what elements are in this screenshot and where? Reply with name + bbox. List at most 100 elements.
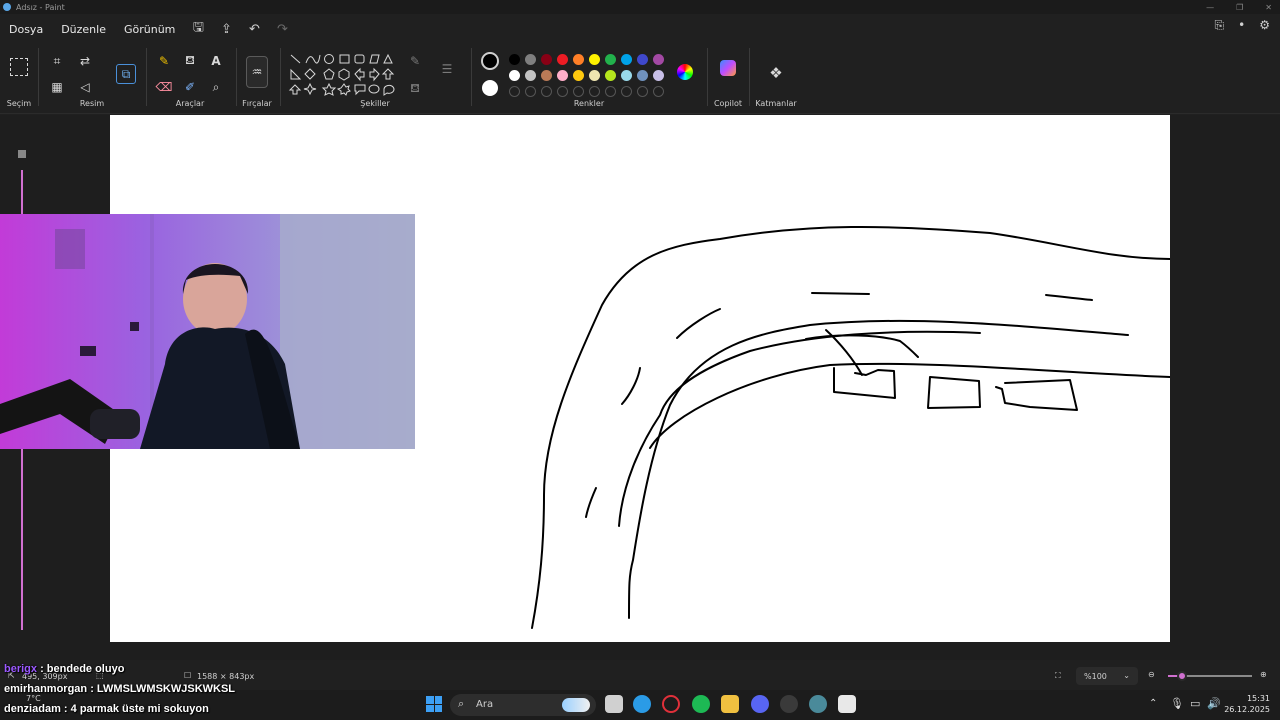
- chat-message: bendede oluyo: [46, 663, 125, 675]
- color-picker-icon[interactable]: ✐: [181, 78, 199, 96]
- color-swatch[interactable]: [621, 70, 632, 81]
- zoom-in-icon[interactable]: ⊕: [1260, 670, 1267, 679]
- minimize-icon[interactable]: —: [1206, 3, 1214, 12]
- custom-color-slot[interactable]: [605, 86, 616, 97]
- layers-label: Katmanlar: [755, 99, 797, 108]
- crop-icon[interactable]: ⌗: [48, 52, 66, 70]
- clock-time[interactable]: 15:31: [1230, 694, 1270, 703]
- paint-taskbar-icon[interactable]: [838, 695, 856, 713]
- custom-color-slot[interactable]: [637, 86, 648, 97]
- outline-icon[interactable]: ✎: [406, 52, 424, 70]
- clock-date[interactable]: 26.12.2025: [1222, 705, 1270, 714]
- discord-icon[interactable]: [751, 695, 769, 713]
- color-swatch[interactable]: [621, 54, 632, 65]
- custom-color-slot[interactable]: [573, 86, 584, 97]
- custom-color-slot[interactable]: [557, 86, 568, 97]
- text-icon[interactable]: A: [207, 52, 225, 70]
- close-icon[interactable]: ✕: [1265, 3, 1272, 12]
- colors-label: Renkler: [573, 99, 605, 108]
- eraser-icon[interactable]: ⌫: [155, 78, 173, 96]
- menu-edit[interactable]: Düzenle: [52, 23, 115, 36]
- color-swatch[interactable]: [525, 54, 536, 65]
- shape-fill-icon[interactable]: ⛾: [406, 80, 424, 98]
- custom-color-slot[interactable]: [541, 86, 552, 97]
- opera-icon[interactable]: [662, 695, 680, 713]
- custom-color-slot[interactable]: [589, 86, 600, 97]
- custom-color-slot[interactable]: [621, 86, 632, 97]
- color-swatch[interactable]: [653, 54, 664, 65]
- menu-file[interactable]: Dosya: [0, 23, 52, 36]
- custom-color-slot[interactable]: [653, 86, 664, 97]
- divider: [749, 48, 750, 106]
- line-size-icon[interactable]: ☰: [438, 60, 456, 78]
- color-swatch[interactable]: [509, 70, 520, 81]
- volume-icon[interactable]: 🔊: [1207, 697, 1221, 710]
- rotate-icon[interactable]: ◁: [76, 78, 94, 96]
- canvas-size: 1588 × 843px: [197, 672, 255, 681]
- primary-color-swatch[interactable]: [481, 52, 499, 70]
- task-view-icon[interactable]: [605, 695, 623, 713]
- steam-icon[interactable]: [780, 695, 798, 713]
- redo-icon[interactable]: ↷: [268, 22, 296, 37]
- image-select-icon[interactable]: ▦: [48, 78, 66, 96]
- slider-handle-icon[interactable]: [18, 150, 26, 158]
- divider: [280, 48, 281, 106]
- fill-icon[interactable]: ⛾: [181, 52, 199, 70]
- color-swatch[interactable]: [637, 54, 648, 65]
- color-swatch[interactable]: [557, 70, 568, 81]
- color-swatch[interactable]: [541, 70, 552, 81]
- feedback-icon[interactable]: ⎘: [1215, 18, 1225, 33]
- zoom-select[interactable]: %100 ⌄: [1076, 667, 1138, 685]
- color-swatch[interactable]: [605, 54, 616, 65]
- app-icon[interactable]: [809, 695, 827, 713]
- custom-color-slot[interactable]: [509, 86, 520, 97]
- share-icon[interactable]: ⇪: [212, 22, 240, 37]
- file-explorer-icon[interactable]: [721, 695, 739, 713]
- save-icon[interactable]: 🖫: [184, 18, 212, 40]
- selection-label: Seçim: [6, 99, 32, 108]
- display-icon[interactable]: ▭: [1190, 697, 1200, 710]
- copilot-group: Copilot: [709, 46, 747, 112]
- resize-icon[interactable]: ⇄: [76, 52, 94, 70]
- restore-icon[interactable]: ❐: [1236, 3, 1243, 12]
- pencil-icon[interactable]: ✎: [155, 52, 173, 70]
- spotify-icon[interactable]: [692, 695, 710, 713]
- chat-message: 4 parmak üste mi sokuyon: [70, 703, 209, 715]
- color-swatch[interactable]: [557, 54, 568, 65]
- copilot-icon[interactable]: [720, 60, 736, 76]
- account-icon[interactable]: •: [1238, 18, 1245, 33]
- settings-icon[interactable]: ⚙: [1259, 18, 1270, 33]
- zoom-out-icon[interactable]: ⊖: [1148, 670, 1155, 679]
- custom-color-slot[interactable]: [525, 86, 536, 97]
- color-swatch[interactable]: [653, 70, 664, 81]
- microphone-icon[interactable]: 🎙: [1170, 697, 1184, 710]
- shapes-gallery-icon[interactable]: [288, 52, 396, 100]
- select-icon[interactable]: [10, 58, 28, 76]
- color-swatch[interactable]: [573, 54, 584, 65]
- color-swatch[interactable]: [637, 70, 648, 81]
- start-icon[interactable]: [426, 696, 442, 712]
- image-generator-icon[interactable]: ⧉: [116, 64, 136, 84]
- zoom-slider-thumb[interactable]: [1177, 671, 1187, 681]
- ribbon: Seçim ⌗ ⇄ ▦ ◁ ⧉ Resim ✎ ⛾ A ⌫ ✐ ⌕ Araçla…: [0, 42, 1280, 114]
- search-box[interactable]: ⌕ Ara: [450, 694, 596, 716]
- color-swatch[interactable]: [525, 70, 536, 81]
- chevron-up-icon[interactable]: ⌃: [1149, 698, 1157, 709]
- magnifier-icon[interactable]: ⌕: [207, 78, 225, 96]
- fit-to-window-icon[interactable]: ⛶: [1055, 671, 1061, 681]
- color-swatch[interactable]: [509, 54, 520, 65]
- color-swatch[interactable]: [605, 70, 616, 81]
- layers-icon[interactable]: ❖: [767, 64, 785, 82]
- color-swatch[interactable]: [589, 54, 600, 65]
- menu-view[interactable]: Görünüm: [115, 23, 184, 36]
- secondary-color-swatch[interactable]: [482, 80, 498, 96]
- brushes-label: Fırçalar: [242, 99, 272, 108]
- color-swatch[interactable]: [589, 70, 600, 81]
- color-swatch[interactable]: [541, 54, 552, 65]
- brush-icon[interactable]: ♒: [246, 56, 268, 88]
- undo-icon[interactable]: ↶: [240, 22, 268, 37]
- zoom-slider[interactable]: [1168, 671, 1252, 681]
- edge-icon[interactable]: [633, 695, 651, 713]
- edit-colors-icon[interactable]: [677, 64, 693, 80]
- color-swatch[interactable]: [573, 70, 584, 81]
